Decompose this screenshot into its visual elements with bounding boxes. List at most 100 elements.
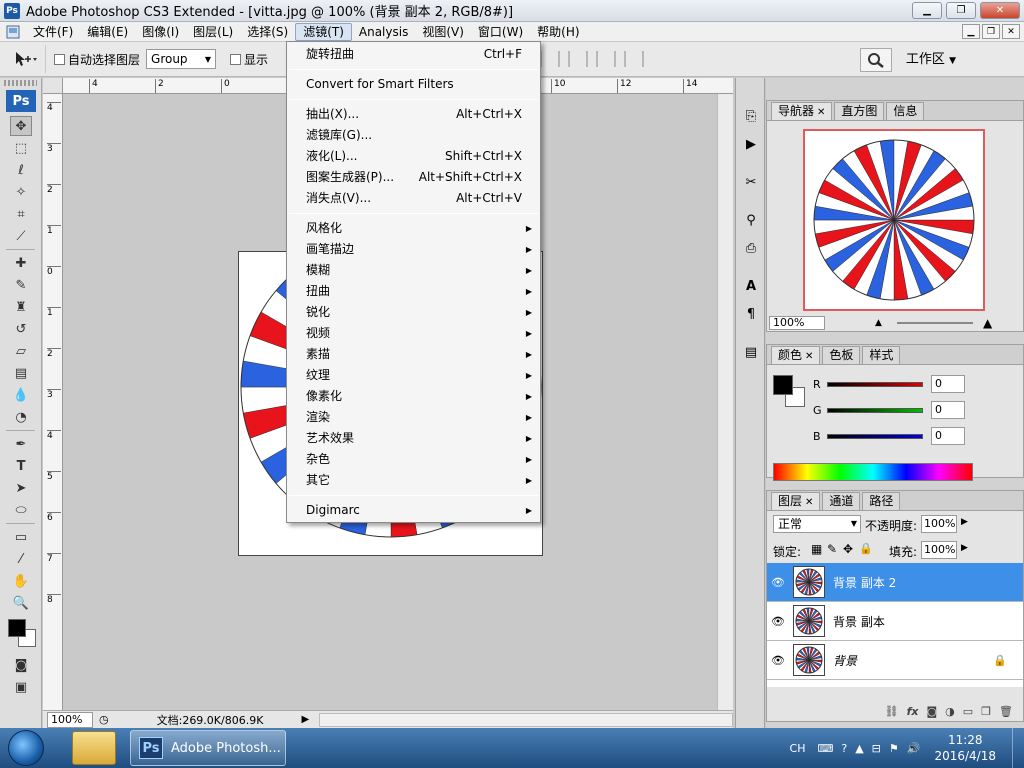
lock-all-icon[interactable]: 🔒 — [859, 542, 873, 555]
menu-item-9[interactable]: 帮助(H) — [530, 23, 586, 41]
channel-slider[interactable] — [827, 407, 923, 413]
menu-item-3[interactable]: 图层(L) — [186, 23, 240, 41]
filter-menu-item[interactable]: Convert for Smart Filters — [287, 74, 540, 95]
zoom-in-icon[interactable]: ▲ — [983, 316, 992, 330]
screen-mode-icon[interactable]: ▣ — [10, 677, 32, 697]
quick-mask-icon[interactable]: ◙ — [10, 655, 32, 675]
tab-channels[interactable]: 通道 — [822, 492, 861, 510]
notes-tool-icon[interactable]: ▭ — [10, 527, 32, 547]
fill-field[interactable]: 100% — [921, 541, 957, 559]
filter-menu-item[interactable]: 滤镜库(G)... — [287, 125, 540, 146]
color-fg-swatch[interactable] — [773, 375, 793, 395]
zoom-field[interactable]: 100% — [47, 711, 93, 728]
lock-transparent-icon[interactable]: ▦ — [811, 542, 822, 556]
explorer-icon[interactable] — [72, 731, 116, 765]
align-right-icon[interactable] — [596, 51, 616, 67]
move-tool-preset-icon[interactable] — [6, 45, 46, 73]
minimize-button[interactable]: ▁ — [912, 2, 942, 19]
filter-menu-item[interactable]: 锐化 ▶ — [287, 302, 540, 323]
clone-source-icon[interactable]: ⎙ — [740, 238, 762, 258]
healing-brush-tool-icon[interactable]: ✚ — [10, 253, 32, 273]
horizontal-scrollbar[interactable] — [319, 712, 733, 727]
foreground-color-swatch[interactable] — [8, 619, 26, 637]
type-tool-icon[interactable]: T — [10, 456, 32, 476]
status-menu-arrow-icon[interactable]: ▶ — [301, 714, 309, 725]
show-transform-checkbox[interactable] — [230, 53, 242, 65]
volume-icon[interactable]: 🔊 — [907, 742, 921, 755]
filter-menu-item[interactable]: 图案生成器(P)... Alt+Shift+Ctrl+X — [287, 167, 540, 188]
hand-tool-icon[interactable]: ✋ — [10, 571, 32, 591]
navigator-zoom-field[interactable]: 100% — [769, 316, 825, 330]
filter-menu-item[interactable]: 视频 ▶ — [287, 323, 540, 344]
maximize-button[interactable]: ❐ — [946, 2, 976, 19]
zoom-tool-icon[interactable]: 🔍 — [10, 593, 32, 613]
doc-minimize-button[interactable]: ▁ — [962, 24, 980, 39]
adjustment-layer-icon[interactable]: ◑ — [945, 705, 955, 718]
layer-row[interactable]: 👁 背景 副本 — [767, 602, 1023, 641]
clone-stamp-tool-icon[interactable]: ♜ — [10, 297, 32, 317]
distribute-icon[interactable] — [624, 51, 644, 67]
menu-item-4[interactable]: 选择(S) — [240, 23, 295, 41]
keyboard-icon[interactable]: ⌨ — [817, 742, 833, 755]
filter-menu-item[interactable]: 旋转扭曲 Ctrl+F — [287, 44, 540, 65]
filter-menu-item[interactable]: 艺术效果 ▶ — [287, 428, 540, 449]
tab-info[interactable]: 信息 — [886, 102, 925, 120]
bridge-icon[interactable] — [859, 48, 892, 72]
close-icon[interactable]: ✕ — [805, 497, 813, 508]
filter-menu-item[interactable]: 渲染 ▶ — [287, 407, 540, 428]
tab-swatches[interactable]: 色板 — [822, 346, 861, 364]
delete-layer-icon[interactable]: 🗑 — [999, 705, 1013, 718]
menu-item-8[interactable]: 窗口(W) — [471, 23, 530, 41]
filter-menu-item[interactable]: 像素化 ▶ — [287, 386, 540, 407]
filter-menu-item[interactable]: 其它 ▶ — [287, 470, 540, 491]
status-icon[interactable]: ◷ — [99, 713, 109, 726]
slice-tool-icon[interactable]: ⟋ — [10, 226, 32, 246]
navigator-zoom-slider[interactable] — [897, 322, 973, 324]
doc-restore-button[interactable]: ❐ — [982, 24, 1000, 39]
menu-item-2[interactable]: 图像(I) — [135, 23, 186, 41]
paragraph-panel-icon[interactable]: ¶ — [740, 304, 762, 324]
color-swatches[interactable] — [4, 617, 38, 651]
lock-position-icon[interactable]: ✥ — [843, 542, 853, 556]
filter-menu-item[interactable]: 模糊 ▶ — [287, 260, 540, 281]
move-tool-icon[interactable]: ✥ — [10, 116, 32, 136]
eyedropper-tool-icon[interactable]: ⁄ — [10, 549, 32, 569]
filter-menu-item[interactable]: 素描 ▶ — [287, 344, 540, 365]
ime-indicator[interactable]: CH — [790, 742, 806, 755]
actions-panel-icon[interactable]: ▶ — [740, 134, 762, 154]
visibility-eye-icon[interactable]: 👁 — [767, 615, 789, 628]
clock[interactable]: 11:28 2016/4/18 — [934, 732, 996, 764]
magic-wand-tool-icon[interactable]: ✧ — [10, 182, 32, 202]
document-icon[interactable] — [4, 24, 22, 40]
navigator-thumbnail[interactable] — [803, 129, 985, 311]
brushes-panel-icon[interactable]: ⚲ — [740, 210, 762, 230]
tab-layers[interactable]: 图层 ✕ — [771, 492, 821, 510]
tab-navigator[interactable]: 导航器 ✕ — [771, 102, 833, 120]
flag-icon[interactable]: ⚑ — [889, 742, 899, 755]
filter-menu-item[interactable]: 消失点(V)... Alt+Ctrl+V — [287, 188, 540, 209]
ruler-left[interactable]: 4 3 2 1 0 1 2 3 4 5 6 7 8 — [43, 94, 63, 714]
auto-select-checkbox[interactable] — [54, 53, 65, 65]
character-panel-icon[interactable]: A — [740, 276, 762, 296]
vertical-scrollbar[interactable] — [717, 94, 733, 714]
dodge-tool-icon[interactable]: ◔ — [10, 407, 32, 427]
pen-tool-icon[interactable]: ✒ — [10, 434, 32, 454]
history-panel-icon[interactable]: ⎘ — [740, 106, 762, 126]
crop-tool-icon[interactable]: ⌗ — [10, 204, 32, 224]
layer-style-icon[interactable]: fx — [907, 705, 919, 718]
network-icon[interactable]: ⊟ — [872, 742, 881, 755]
layer-comps-icon[interactable]: ▤ — [740, 342, 762, 362]
shape-tool-icon[interactable]: ⬭ — [10, 500, 32, 520]
history-brush-tool-icon[interactable]: ↺ — [10, 319, 32, 339]
filter-menu-item[interactable]: 画笔描边 ▶ — [287, 239, 540, 260]
menu-item-5[interactable]: 滤镜(T) — [295, 22, 352, 41]
eraser-tool-icon[interactable]: ▱ — [10, 341, 32, 361]
menu-item-6[interactable]: Analysis — [352, 23, 415, 41]
layer-mask-icon[interactable]: ◙ — [926, 705, 937, 718]
filter-menu-item[interactable]: 杂色 ▶ — [287, 449, 540, 470]
color-fg-bg-swatches[interactable] — [773, 375, 807, 409]
lasso-tool-icon[interactable]: ℓ — [10, 160, 32, 180]
photoshop-task-button[interactable]: Ps Adobe Photosh... — [130, 730, 286, 766]
menu-item-0[interactable]: 文件(F) — [26, 23, 80, 41]
show-hidden-icons[interactable]: ▲ — [855, 742, 863, 755]
